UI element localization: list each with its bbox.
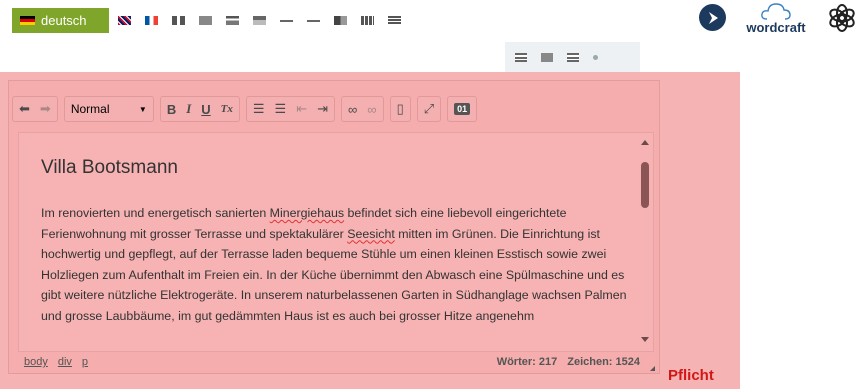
- list-group: ☰ ☰ ⇤ ⇥: [245, 96, 336, 122]
- language-flag-bar-2: [505, 42, 640, 72]
- wordcraft-logo[interactable]: wordcraft: [730, 2, 822, 34]
- indent-icon[interactable]: ⇥: [317, 101, 328, 117]
- lang-flag-icon[interactable]: [334, 15, 347, 25]
- page: deutsch wordcraft ⬅ ➡ Normal ▼ B I U Tx …: [0, 0, 863, 389]
- language-tab-label: deutsch: [41, 13, 87, 28]
- template-icon[interactable]: ▯: [397, 101, 404, 117]
- language-flag-bar: [118, 12, 401, 28]
- paragraph-text: Im renovierten und energetisch sanierten: [41, 206, 270, 220]
- editor-toolbar: ⬅ ➡ Normal ▼ B I U Tx ☰ ☰ ⇤ ⇥ ∞ ∞ ▯ ⤢ 01: [12, 92, 655, 126]
- scroll-down-icon[interactable]: [641, 337, 649, 342]
- lang-flag-icon[interactable]: [388, 15, 401, 25]
- french-flag-icon[interactable]: [145, 15, 158, 25]
- chevron-down-icon: ▼: [138, 104, 147, 114]
- lang-flag-icon[interactable]: [199, 15, 212, 25]
- history-group: ⬅ ➡: [12, 96, 58, 122]
- underline-button[interactable]: U: [201, 102, 210, 117]
- openai-logo-icon[interactable]: [828, 4, 856, 32]
- bold-button[interactable]: B: [167, 102, 176, 117]
- path-body[interactable]: body: [24, 356, 48, 368]
- document-paragraph: Im renovierten und energetisch sanierten…: [41, 203, 631, 326]
- lang-flag-icon[interactable]: [307, 15, 320, 25]
- element-path: body div p: [24, 356, 88, 368]
- format-select[interactable]: Normal ▼: [63, 96, 154, 122]
- editor-scrollbar[interactable]: [639, 138, 651, 348]
- lang-flag-icon[interactable]: [226, 15, 239, 25]
- template-group: ▯: [389, 96, 411, 122]
- undo-icon[interactable]: ⬅: [19, 101, 30, 117]
- link-group: ∞ ∞: [341, 96, 384, 122]
- lang-flag-icon[interactable]: [593, 54, 598, 60]
- scroll-up-icon[interactable]: [641, 140, 649, 145]
- maximize-icon[interactable]: ⤢: [424, 101, 434, 117]
- scroll-thumb[interactable]: [641, 162, 649, 208]
- text-style-group: B I U Tx: [159, 96, 240, 122]
- wordcraft-logo-text: wordcraft: [746, 20, 806, 35]
- spellcheck-word: Seesicht: [347, 226, 395, 241]
- bullet-list-icon[interactable]: ☰: [275, 101, 287, 117]
- word-count-words: Wörter: 217: [496, 356, 558, 368]
- source-group: 01: [447, 96, 478, 122]
- english-flag-icon[interactable]: [118, 15, 131, 25]
- lang-flag-icon[interactable]: [361, 15, 374, 25]
- lang-flag-icon[interactable]: [541, 52, 553, 62]
- german-flag-icon: [20, 16, 35, 25]
- arrow-logo-icon[interactable]: [699, 4, 726, 31]
- editor-statusbar: body div p Wörter: 217 Zeichen: 1524: [24, 356, 654, 370]
- resize-handle-icon[interactable]: [650, 366, 655, 371]
- lang-flag-icon[interactable]: [172, 15, 185, 25]
- lang-flag-icon[interactable]: [567, 52, 579, 62]
- document-heading: Villa Bootsmann: [41, 157, 178, 178]
- outdent-icon[interactable]: ⇤: [296, 101, 307, 117]
- spellcheck-word: Minergiehaus: [269, 206, 345, 220]
- path-div[interactable]: div: [58, 356, 72, 368]
- link-icon[interactable]: ∞: [348, 102, 357, 117]
- numbered-list-icon[interactable]: ☰: [253, 101, 265, 117]
- source-button[interactable]: 01: [454, 103, 471, 115]
- lang-flag-icon[interactable]: [280, 15, 293, 25]
- redo-icon[interactable]: ➡: [40, 101, 51, 117]
- word-count: Wörter: 217 Zeichen: 1524: [497, 356, 640, 368]
- language-tab-deutsch[interactable]: deutsch: [12, 8, 109, 33]
- maximize-group: ⤢: [416, 96, 442, 122]
- editor-content[interactable]: Villa Bootsmann Im renovierten und energ…: [18, 132, 654, 352]
- italic-button[interactable]: I: [186, 101, 191, 117]
- lang-flag-icon[interactable]: [253, 15, 266, 25]
- path-p[interactable]: p: [82, 356, 88, 368]
- required-label: Pflicht: [668, 367, 714, 384]
- word-count-chars: Zeichen: 1524: [567, 356, 640, 368]
- cloud-icon: [761, 3, 791, 20]
- clear-format-button[interactable]: Tx: [221, 103, 233, 115]
- lang-flag-icon[interactable]: [515, 52, 527, 62]
- unlink-icon[interactable]: ∞: [367, 102, 376, 117]
- format-select-value: Normal: [70, 102, 110, 116]
